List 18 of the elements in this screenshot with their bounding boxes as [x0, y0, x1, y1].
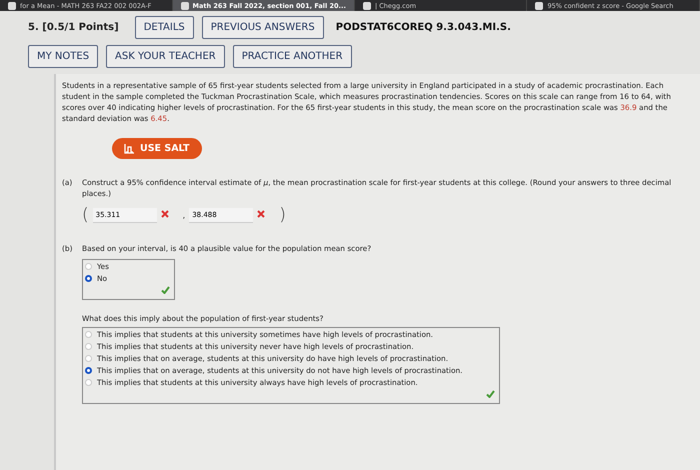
open-paren: ( — [82, 205, 89, 225]
action-button[interactable]: MY NOTES — [28, 45, 98, 68]
chart-icon — [124, 144, 135, 154]
action-button[interactable]: ASK YOUR TEACHER — [106, 45, 225, 68]
comma: , — [182, 210, 186, 220]
question-button[interactable]: PREVIOUS ANSWERS — [202, 16, 324, 39]
question-points: 5. [0.5/1 Points] — [28, 22, 119, 33]
site-icon — [362, 2, 371, 10]
question-button[interactable]: DETAILS — [134, 16, 194, 39]
use-salt-button[interactable]: USE SALT — [112, 138, 202, 159]
site-icon — [8, 2, 16, 10]
close-paren: ) — [279, 205, 286, 225]
radio-icon[interactable] — [85, 275, 92, 282]
site-icon — [535, 2, 544, 10]
radio-icon[interactable] — [85, 367, 92, 374]
action-button[interactable]: PRACTICE ANOTHER — [232, 45, 352, 68]
question-code: PODSTAT6COREQ 9.3.043.MI.S. — [336, 22, 511, 33]
site-icon — [180, 2, 189, 10]
